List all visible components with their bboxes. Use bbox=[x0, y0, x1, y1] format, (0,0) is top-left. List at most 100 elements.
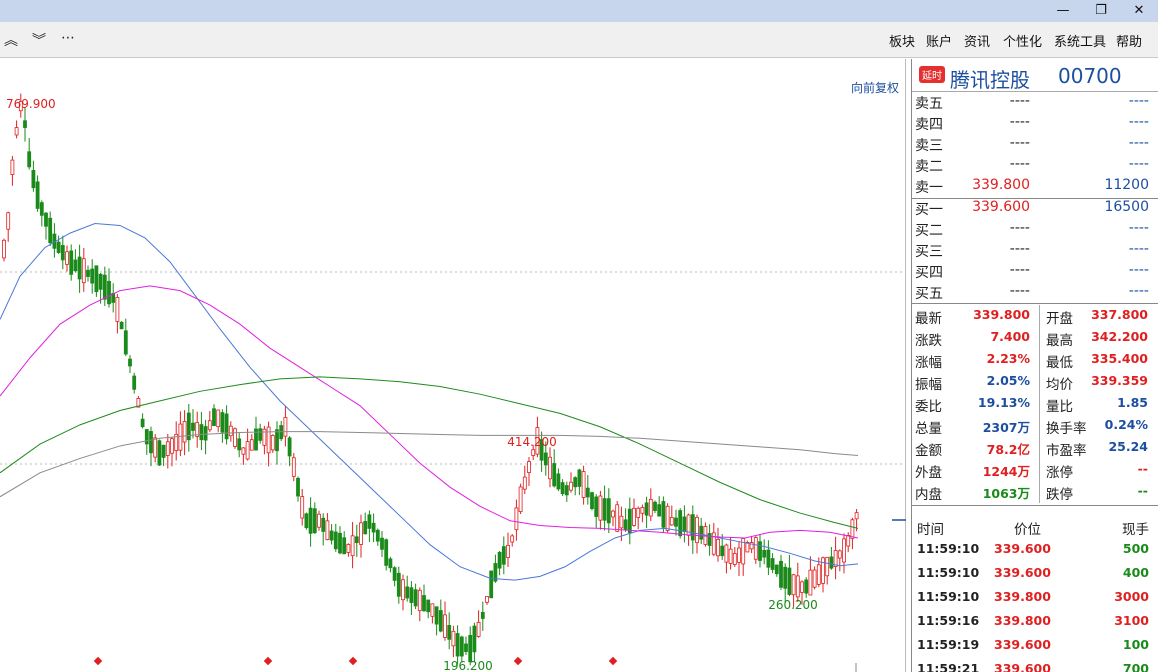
candle-body bbox=[690, 514, 695, 541]
candle-body bbox=[144, 429, 149, 445]
candle-body bbox=[333, 531, 338, 550]
minimize-button[interactable]: — bbox=[1044, 0, 1082, 22]
candle-body bbox=[489, 570, 494, 599]
candle-body bbox=[115, 296, 120, 322]
candle-body bbox=[128, 358, 132, 367]
candle-body bbox=[678, 510, 683, 537]
candle-body bbox=[346, 544, 351, 553]
scroll-down-icon[interactable]: ︾ bbox=[32, 30, 46, 50]
trade-price: 339.600 bbox=[994, 541, 1051, 556]
candle-body bbox=[44, 212, 48, 227]
candle-body bbox=[367, 514, 372, 529]
candle-body bbox=[422, 595, 426, 612]
candle-body bbox=[598, 495, 603, 521]
orderbook-volume: ---- bbox=[1128, 156, 1149, 172]
candle-body bbox=[783, 566, 788, 589]
stat-value: 342.200 bbox=[1091, 329, 1148, 344]
trade-time: 11:59:10 bbox=[917, 589, 980, 604]
orderbook-level-label: 买三 bbox=[915, 244, 943, 260]
scroll-up-icon[interactable]: ︽ bbox=[4, 30, 18, 50]
candle-body bbox=[661, 501, 666, 528]
orderbook-volume: ---- bbox=[1128, 262, 1149, 278]
kline-chart[interactable]: 769.900 414.200 196.200 260.200 bbox=[0, 59, 906, 672]
orderbook-price: ---- bbox=[1009, 241, 1030, 257]
candle-body bbox=[665, 505, 670, 531]
more-icon[interactable]: ⋯ bbox=[61, 30, 75, 46]
candle-body bbox=[636, 507, 641, 518]
orderbook-price: ---- bbox=[1009, 262, 1030, 278]
menu-account[interactable]: 账户 bbox=[926, 31, 952, 50]
candle-body bbox=[300, 496, 305, 519]
candle-body bbox=[426, 599, 431, 613]
candle-body bbox=[657, 504, 662, 517]
trade-price: 339.800 bbox=[994, 613, 1051, 628]
orderbook-row: 买三 ---- ---- bbox=[912, 240, 1158, 261]
candle-body bbox=[619, 515, 624, 529]
candle-body bbox=[522, 476, 527, 490]
orderbook-price: ---- bbox=[1009, 114, 1030, 130]
trade-time: 11:59:10 bbox=[917, 565, 980, 580]
candle-body bbox=[590, 492, 594, 509]
stat-value: 0.24% bbox=[1104, 417, 1148, 432]
orderbook-row: 买一 339.600 16500 bbox=[912, 198, 1158, 219]
candle-body bbox=[132, 375, 137, 390]
candle-body bbox=[203, 426, 208, 441]
candle-body bbox=[270, 435, 275, 451]
candle-body bbox=[850, 519, 855, 539]
stat-value: 335.400 bbox=[1091, 351, 1148, 366]
menu-help[interactable]: 帮助 bbox=[1116, 31, 1142, 50]
orderbook-volume: ---- bbox=[1128, 220, 1149, 236]
candle-body bbox=[317, 513, 321, 528]
candle-body bbox=[854, 512, 859, 520]
candle-body bbox=[758, 541, 762, 561]
stat-value: 2.05% bbox=[986, 373, 1030, 388]
candle-body bbox=[153, 437, 158, 458]
stats-bottom-divider bbox=[912, 505, 1158, 506]
stat-label: 均价 bbox=[1046, 377, 1073, 393]
candle-body bbox=[506, 544, 510, 558]
candle-body bbox=[464, 643, 468, 653]
adjust-mode-label[interactable]: 向前复权 bbox=[851, 79, 899, 96]
kline-chart-area[interactable]: 769.900 414.200 196.200 260.200 向前复权 bbox=[0, 59, 906, 672]
trade-volume: 3100 bbox=[1114, 613, 1149, 628]
close-button[interactable]: ✕ bbox=[1120, 0, 1158, 22]
menu-sectors[interactable]: 板块 bbox=[889, 31, 915, 50]
candle-body bbox=[10, 159, 15, 175]
menu-news[interactable]: 资讯 bbox=[964, 31, 990, 50]
ma-line-green bbox=[0, 376, 859, 529]
right-low-price-label: 260.200 bbox=[768, 598, 818, 612]
candle-body bbox=[762, 550, 767, 558]
candle-body bbox=[468, 634, 473, 663]
candle-body bbox=[35, 181, 40, 209]
candle-body bbox=[795, 575, 800, 598]
stat-label: 振幅 bbox=[915, 377, 942, 393]
candle-body bbox=[31, 169, 36, 189]
orderbook-bottom-divider bbox=[912, 303, 1158, 304]
candle-body bbox=[409, 587, 414, 603]
candle-body bbox=[594, 496, 599, 517]
candle-body bbox=[149, 431, 153, 454]
candle-body bbox=[648, 498, 653, 517]
candle-body bbox=[119, 321, 124, 330]
candle-body bbox=[86, 269, 90, 277]
candle-body bbox=[531, 449, 536, 456]
candle-body bbox=[81, 258, 86, 284]
candle-body bbox=[556, 473, 561, 490]
orderbook-price: ---- bbox=[1009, 93, 1030, 109]
trade-volume: 400 bbox=[1122, 565, 1149, 580]
candle-body bbox=[291, 457, 296, 477]
event-marker-icon bbox=[513, 656, 523, 666]
trade-volume: 3000 bbox=[1114, 589, 1149, 604]
restore-button[interactable]: ❐ bbox=[1082, 0, 1120, 22]
orderbook-level-label: 卖一 bbox=[915, 180, 943, 196]
candle-body bbox=[94, 265, 99, 293]
low-price-label: 196.200 bbox=[443, 659, 493, 672]
candle-body bbox=[279, 425, 284, 440]
trades-header-time: 时间 bbox=[917, 522, 944, 538]
candle-body bbox=[14, 127, 19, 136]
candle-body bbox=[829, 556, 834, 569]
trades-header: 时间 价位 现手 bbox=[912, 514, 1158, 538]
menu-personalize[interactable]: 个性化 bbox=[1003, 31, 1042, 50]
menu-system-tools[interactable]: 系统工具 bbox=[1054, 31, 1106, 50]
candle-body bbox=[569, 481, 573, 491]
